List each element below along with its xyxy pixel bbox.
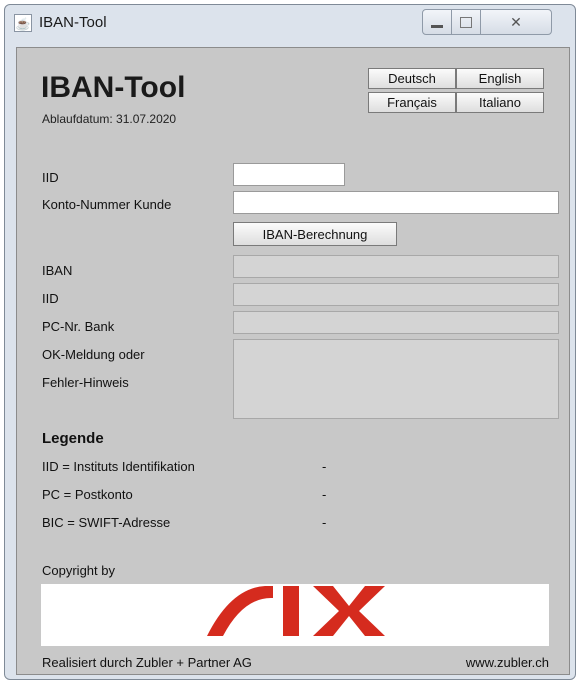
language-button-english[interactable]: English (456, 68, 544, 89)
window-title: IBAN-Tool (39, 14, 107, 31)
legend-item: IID = Instituts Identifikation (42, 459, 195, 474)
message-output[interactable] (233, 339, 559, 419)
title-bar[interactable]: ☕ IBAN-Tool ✕ (5, 5, 575, 41)
app-window: ☕ IBAN-Tool ✕ IBAN-Tool Ablaufdatum: 31.… (4, 4, 576, 680)
minimize-icon (431, 24, 443, 28)
legend-value: - (322, 459, 327, 474)
minimize-button[interactable] (422, 9, 452, 35)
message-label-line1: OK-Meldung oder (42, 347, 145, 362)
six-logo (41, 584, 549, 646)
message-label-line2: Fehler-Hinweis (42, 375, 129, 390)
language-button-deutsch[interactable]: Deutsch (368, 68, 456, 89)
iban-output[interactable] (233, 255, 559, 278)
legend-value: - (322, 515, 327, 530)
legend-title: Legende (42, 430, 104, 447)
copyright-label: Copyright by (42, 563, 115, 578)
six-logo-graphic (207, 586, 385, 636)
website-link[interactable]: www.zubler.ch (466, 655, 549, 670)
language-button-francais[interactable]: Français (368, 92, 456, 113)
iid-label: IID (42, 170, 59, 185)
expiry-date: Ablaufdatum: 31.07.2020 (42, 112, 177, 126)
legend-value: - (322, 487, 327, 502)
pc-number-output[interactable] (233, 311, 559, 334)
close-icon: ✕ (510, 13, 522, 30)
maximize-button[interactable] (451, 9, 481, 35)
legend-item: BIC = SWIFT-Adresse (42, 515, 171, 530)
account-number-label: Konto-Nummer Kunde (42, 197, 172, 212)
iban-calculate-button[interactable]: IBAN-Berechnung (233, 222, 397, 246)
language-button-italiano[interactable]: Italiano (456, 92, 544, 113)
iid-input[interactable] (233, 163, 345, 186)
close-button[interactable]: ✕ (480, 9, 552, 35)
iban-label: IBAN (42, 263, 73, 278)
java-icon: ☕ (14, 14, 32, 32)
result-iid-label: IID (42, 291, 59, 306)
legend-item: PC = Postkonto (42, 487, 133, 502)
main-panel: IBAN-Tool Ablaufdatum: 31.07.2020 Deutsc… (16, 47, 570, 675)
page-title: IBAN-Tool (41, 71, 186, 104)
maximize-icon (460, 16, 472, 28)
account-number-input[interactable] (233, 191, 559, 214)
realized-by-text: Realisiert durch Zubler + Partner AG (42, 655, 252, 670)
iid-output[interactable] (233, 283, 559, 306)
pc-number-label: PC-Nr. Bank (42, 319, 115, 334)
